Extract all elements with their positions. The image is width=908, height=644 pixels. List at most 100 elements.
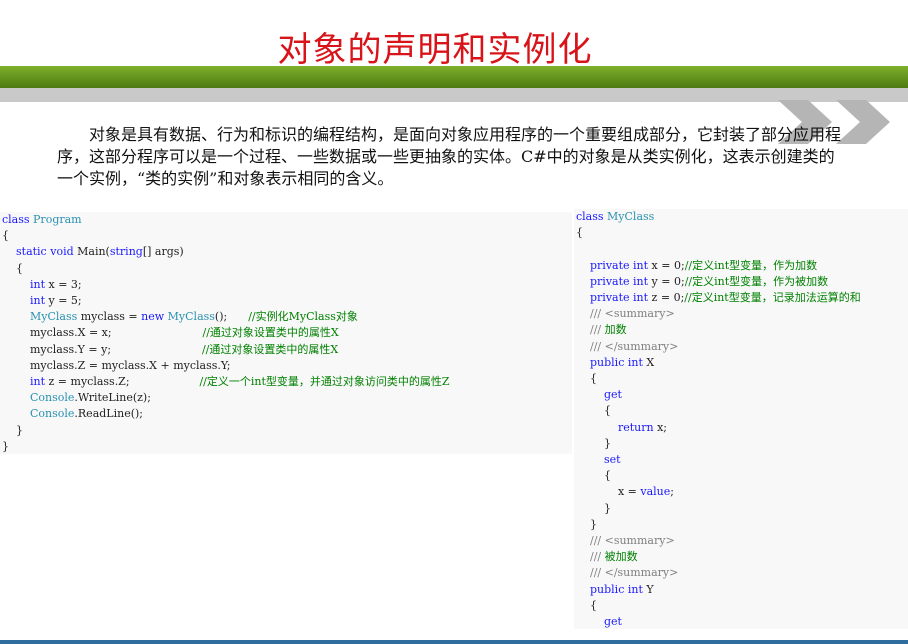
code-block-myclass: class MyClass{ private int x = 0;//定义int… [574, 209, 908, 629]
code-token: MyClass [29, 310, 78, 324]
code-token: class [576, 210, 604, 223]
code-token: Console [29, 391, 75, 405]
code-line: private int z = 0;//定义int型变量，记录加法运算的和 [576, 290, 908, 306]
slide-title: 对象的声明和实例化 [277, 30, 593, 70]
code-line: get [576, 387, 908, 403]
code-token: z = 0; [648, 291, 685, 305]
code-token: class [2, 213, 30, 226]
code-token: } [576, 436, 611, 450]
code-line: static void Main(string[] args) [2, 244, 572, 260]
code-token: MyClass [607, 210, 655, 223]
code-line: { [576, 403, 908, 419]
code-token: //定义一个int型变量，并通过对象访问类中的属性Z [199, 375, 450, 389]
header-gray-bar [0, 88, 908, 102]
code-token: myclass = [77, 310, 142, 324]
code-line: } [2, 439, 572, 455]
code-token: } [2, 423, 23, 437]
code-token: Program [33, 213, 82, 226]
code-line: private int y = 0;//定义int型变量，作为被加数 [576, 274, 908, 290]
code-token: private [590, 274, 630, 288]
code-line: myclass.Y = y; //通过对象设置类中的属性X [2, 342, 572, 358]
code-token: int [633, 291, 649, 305]
code-line: } [2, 423, 572, 439]
code-token: myclass.Y = y; [2, 342, 202, 356]
code-block-program: class Program{ static void Main(string[]… [0, 212, 572, 454]
code-token: x = 0; [648, 258, 685, 272]
code-token: //定义int型变量，作为加数 [684, 258, 818, 272]
code-token: } [576, 501, 611, 515]
code-token: myclass.X = x; [2, 326, 203, 340]
code-line: myclass.X = x; //通过对象设置类中的属性X [2, 325, 572, 341]
code-line: } [576, 501, 908, 517]
code-line: /// </summary> [576, 339, 908, 355]
code-line: { [576, 468, 908, 484]
code-token: y = 0; [648, 274, 685, 288]
code-line: /// 加数 [576, 322, 908, 338]
code-token: z = myclass.Z; [45, 375, 200, 389]
code-token: //通过对象设置类中的属性X [201, 342, 339, 356]
code-line: MyClass myclass = new MyClass(); //实例化My… [2, 309, 572, 325]
code-token: .ReadLine(); [74, 407, 144, 421]
code-token: .WriteLine(z); [74, 391, 151, 405]
code-token: int [633, 274, 649, 288]
code-token: int [633, 258, 649, 272]
code-token: MyClass [167, 310, 215, 324]
code-token: int [29, 375, 46, 389]
code-token: int [627, 355, 643, 369]
code-line: } [576, 517, 908, 533]
code-token: value [640, 485, 671, 499]
code-line: /// </summary> [576, 565, 908, 581]
code-line: Console.ReadLine(); [2, 406, 572, 422]
code-line: return x; [576, 420, 908, 436]
code-token: { [576, 598, 597, 612]
code-token: /// </summary> [576, 566, 679, 580]
code-line: get [576, 614, 908, 629]
code-token: x = 3; [45, 277, 82, 291]
code-token: string [109, 245, 143, 259]
code-token: /// <summary> [576, 307, 675, 321]
code-token: 被加数 [604, 550, 638, 564]
code-token: int [627, 582, 643, 596]
code-line: /// 被加数 [576, 549, 908, 565]
code-token: Console [29, 407, 75, 421]
footer-line [0, 640, 908, 644]
code-line: class Program [2, 212, 572, 228]
code-token: /// [576, 550, 605, 564]
code-token: x; [653, 420, 667, 434]
code-token: { [576, 469, 611, 483]
code-token: x = [576, 485, 641, 499]
code-line: public int X [576, 355, 908, 371]
code-token: //定义int型变量，记录加法运算的和 [684, 291, 861, 305]
code-line: { [576, 371, 908, 387]
code-token: Main( [73, 245, 110, 259]
code-token: { [576, 226, 583, 240]
code-line: { [576, 225, 908, 241]
code-token: private [590, 291, 630, 305]
code-line: set [576, 452, 908, 468]
code-token: //定义int型变量，作为被加数 [684, 274, 829, 288]
code-token: ; [670, 485, 674, 499]
code-token: myclass.Z = myclass.X + myclass.Y; [2, 358, 231, 372]
code-token: void [50, 245, 74, 259]
code-token: Y [642, 582, 654, 596]
code-token: get [603, 615, 622, 629]
code-token: //通过对象设置类中的属性X [202, 326, 339, 340]
code-line: } [576, 436, 908, 452]
code-token: X [642, 355, 655, 369]
code-token: (); [214, 310, 249, 324]
code-token: int [29, 277, 46, 291]
code-token: } [576, 517, 597, 531]
code-line: int x = 3; [2, 277, 572, 293]
